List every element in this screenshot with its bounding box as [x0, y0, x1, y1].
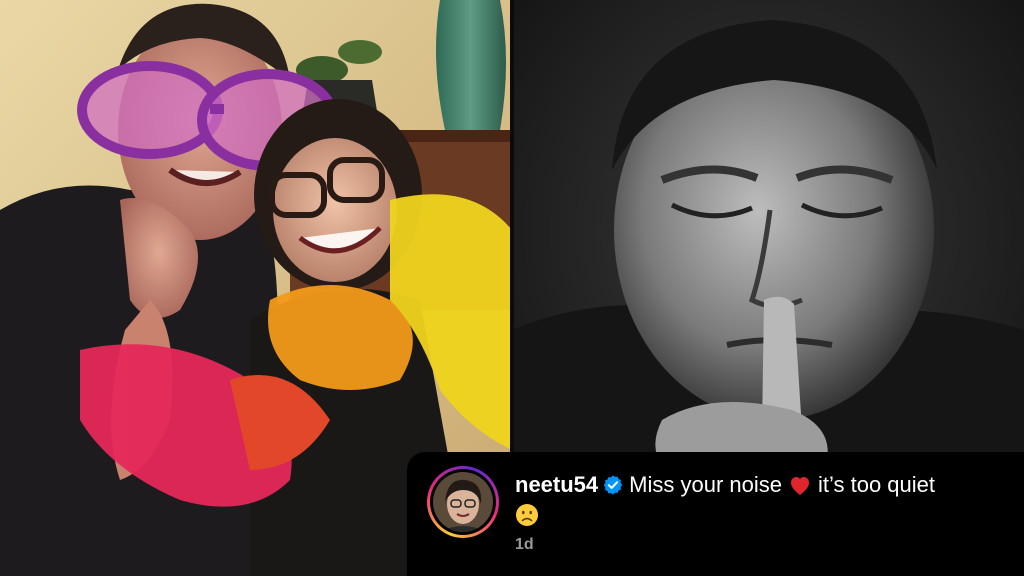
comment-timestamp: 1d: [515, 536, 534, 553]
red-heart-emoji: [791, 477, 809, 495]
slightly-frowning-face-emoji: [516, 504, 538, 526]
comment-text: neetu54 Miss your noise it’s too quiet: [515, 470, 1010, 530]
comment-text-before: Miss your noise: [629, 472, 782, 497]
verified-badge-icon: [603, 475, 623, 495]
avatar[interactable]: [427, 466, 499, 538]
username[interactable]: neetu54: [515, 472, 598, 497]
comment-card: neetu54 Miss your noise it’s too quiet 1…: [407, 452, 1024, 576]
comment-text-after: it’s too quiet: [818, 472, 936, 497]
